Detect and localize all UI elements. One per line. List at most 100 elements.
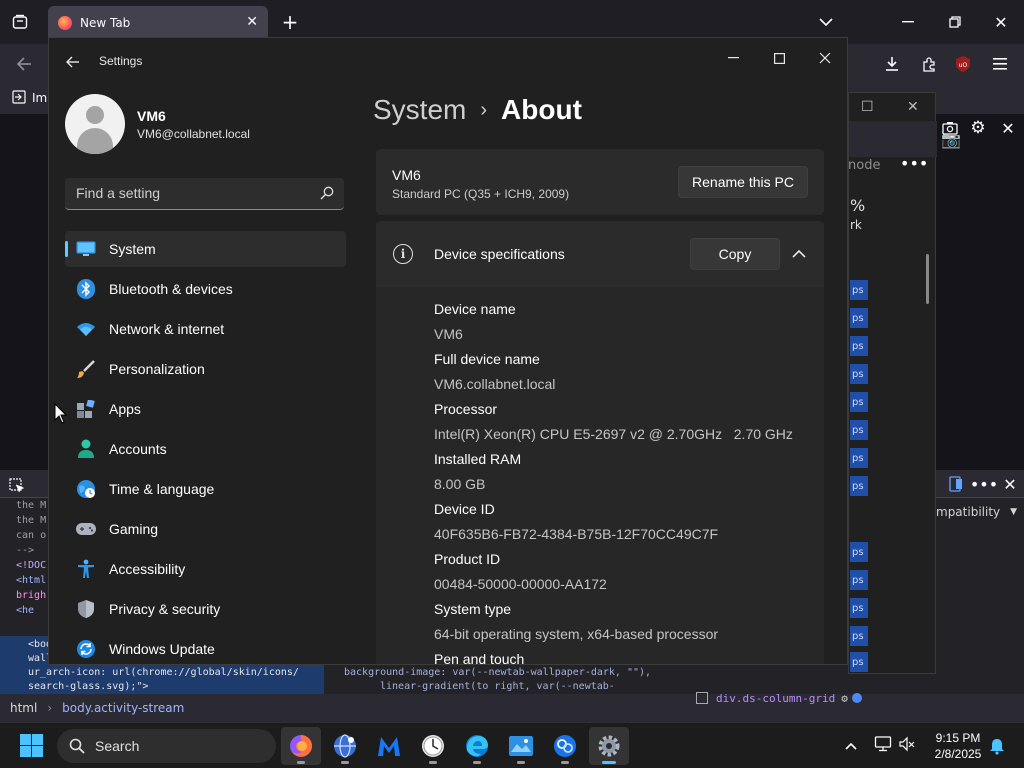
- nav-item-accounts[interactable]: Accounts: [65, 431, 346, 467]
- grid-settings-icon[interactable]: ⚙: [841, 692, 848, 705]
- taskbar-clock[interactable]: 9:15 PM 2/8/2025: [928, 730, 988, 762]
- scrollbar-thumb[interactable]: [926, 254, 929, 304]
- more-options-icon[interactable]: •••: [900, 154, 928, 173]
- nav-item-apps[interactable]: Apps: [65, 391, 346, 427]
- spec-value: 00484-50000-00000-AA172: [434, 576, 607, 592]
- show-hidden-icons-chevron-icon[interactable]: [842, 737, 860, 755]
- nav-item-label: Windows Update: [109, 641, 215, 657]
- import-bookmarks-icon[interactable]: [12, 90, 26, 107]
- network-status-icon[interactable]: [874, 735, 892, 753]
- back-arrow-icon[interactable]: [63, 52, 83, 72]
- nav-item-privacy-security[interactable]: Privacy & security: [65, 591, 346, 627]
- mouse-cursor-icon: [54, 403, 68, 424]
- copy-button[interactable]: Copy: [690, 238, 780, 270]
- extensions-icon[interactable]: [917, 52, 941, 76]
- layout-grid-item[interactable]: div.ds-column-grid ⚙: [696, 688, 936, 708]
- compatibility-tab[interactable]: mpatibility ▼: [936, 500, 1024, 524]
- minimize-icon[interactable]: [715, 44, 751, 72]
- element-picker-icon[interactable]: [6, 475, 26, 495]
- compat-dropdown-icon[interactable]: ▼: [1010, 507, 1017, 517]
- avatar[interactable]: [65, 94, 125, 154]
- nav-item-time-language[interactable]: Time & language: [65, 471, 346, 507]
- spec-value: VM6.collabnet.local: [434, 376, 556, 392]
- ublock-origin-icon[interactable]: uO: [953, 54, 973, 74]
- breadcrumb-about: About: [501, 94, 582, 125]
- new-tab-button[interactable]: +: [278, 10, 302, 34]
- firefox-close-icon[interactable]: ✕: [989, 10, 1013, 34]
- nav-item-personalization[interactable]: Personalization: [65, 351, 346, 387]
- breadcrumb-chevron-icon: ›: [480, 98, 488, 121]
- spec-row: Device ID 40F635B6-FB72-4384-B75B-12F70C…: [434, 497, 814, 547]
- grid-checkbox[interactable]: [696, 692, 708, 704]
- settings-cog-icon[interactable]: ⚙: [968, 118, 988, 138]
- wifi-icon: [75, 318, 97, 340]
- spec-label: Full device name: [434, 351, 540, 367]
- person-icon: [75, 438, 97, 460]
- taskbar-clock-app[interactable]: [413, 727, 453, 765]
- screenshot-camera-icon[interactable]: [940, 118, 960, 138]
- taskbar-photos[interactable]: [501, 727, 541, 765]
- nav-item-windows-update[interactable]: Windows Update: [65, 631, 346, 664]
- taskbar-firefox[interactable]: [281, 727, 321, 765]
- background-window-close-icon[interactable]: ✕: [907, 99, 919, 115]
- panel-close-icon[interactable]: ✕: [998, 118, 1018, 138]
- nav-item-gaming[interactable]: Gaming: [65, 511, 346, 547]
- nav-item-bluetooth[interactable]: Bluetooth & devices: [65, 271, 346, 307]
- downloads-icon[interactable]: [880, 52, 904, 76]
- running-indicator: [517, 761, 525, 764]
- gamepad-icon: [75, 518, 97, 540]
- taskbar-malwarebytes[interactable]: [369, 727, 409, 765]
- nav-item-system[interactable]: System: [65, 231, 346, 267]
- grid-color-icon[interactable]: [851, 693, 862, 703]
- system-tray[interactable]: [874, 735, 916, 757]
- nav-item-accessibility[interactable]: Accessibility: [65, 551, 346, 587]
- hamburger-menu-icon[interactable]: [988, 52, 1012, 76]
- devtools-responsive-icon[interactable]: [944, 474, 968, 494]
- network-row: ps: [850, 652, 868, 672]
- chevron-up-icon[interactable]: [790, 246, 808, 262]
- start-button[interactable]: [20, 734, 44, 758]
- breadcrumb-html[interactable]: html: [10, 701, 37, 715]
- nav-item-label: System: [109, 241, 156, 257]
- firefox-view-icon[interactable]: [8, 10, 32, 34]
- code-line: <!DOC: [16, 560, 47, 571]
- search-input[interactable]: [65, 178, 305, 208]
- malwarebytes-icon: [378, 737, 400, 756]
- rename-pc-button[interactable]: Rename this PC: [678, 166, 808, 198]
- taskbar-settings[interactable]: [589, 727, 629, 765]
- profile-name: VM6: [137, 108, 166, 124]
- notification-bell-icon[interactable]: [988, 737, 1006, 755]
- selected-line: search-glass.svg);">: [28, 681, 149, 692]
- taskbar-search[interactable]: Search: [57, 729, 276, 763]
- devtools-more-icon[interactable]: •••: [970, 474, 998, 494]
- windows-logo-icon: [32, 734, 43, 745]
- shield-icon: [75, 598, 97, 620]
- back-arrow-icon[interactable]: [12, 52, 36, 76]
- tab-new-tab[interactable]: New Tab ✕: [48, 6, 268, 40]
- tab-list-chevron-icon[interactable]: [814, 10, 838, 34]
- spec-label: Device name: [434, 301, 516, 317]
- nav-item-label: Network & internet: [109, 321, 225, 337]
- firefox-minimize-icon[interactable]: [896, 10, 920, 34]
- devtools-close-icon[interactable]: ✕: [998, 474, 1022, 494]
- taskbar-edge[interactable]: [457, 727, 497, 765]
- firefox-restore-icon[interactable]: [943, 10, 967, 34]
- clock-time: 9:15 PM: [935, 731, 981, 745]
- volume-muted-icon[interactable]: [898, 735, 916, 753]
- device-specifications-header[interactable]: i Device specifications Copy: [376, 221, 824, 287]
- search-box[interactable]: [65, 178, 344, 210]
- search-icon[interactable]: [320, 186, 334, 200]
- breadcrumb-body[interactable]: body.activity-stream: [62, 701, 184, 715]
- background-window-maximize-icon[interactable]: ☐: [861, 99, 874, 115]
- nav-item-label: Bluetooth & devices: [109, 281, 233, 297]
- avatar-body: [77, 128, 113, 154]
- network-row: ps: [850, 626, 868, 646]
- code-line: -->: [16, 545, 35, 556]
- breadcrumb-system[interactable]: System: [373, 94, 466, 126]
- close-icon[interactable]: [807, 44, 843, 72]
- tab-close-icon[interactable]: ✕: [246, 14, 258, 30]
- taskbar-network-app[interactable]: [325, 727, 365, 765]
- taskbar-connect[interactable]: [545, 727, 585, 765]
- maximize-icon[interactable]: [761, 44, 797, 72]
- nav-item-network[interactable]: Network & internet: [65, 311, 346, 347]
